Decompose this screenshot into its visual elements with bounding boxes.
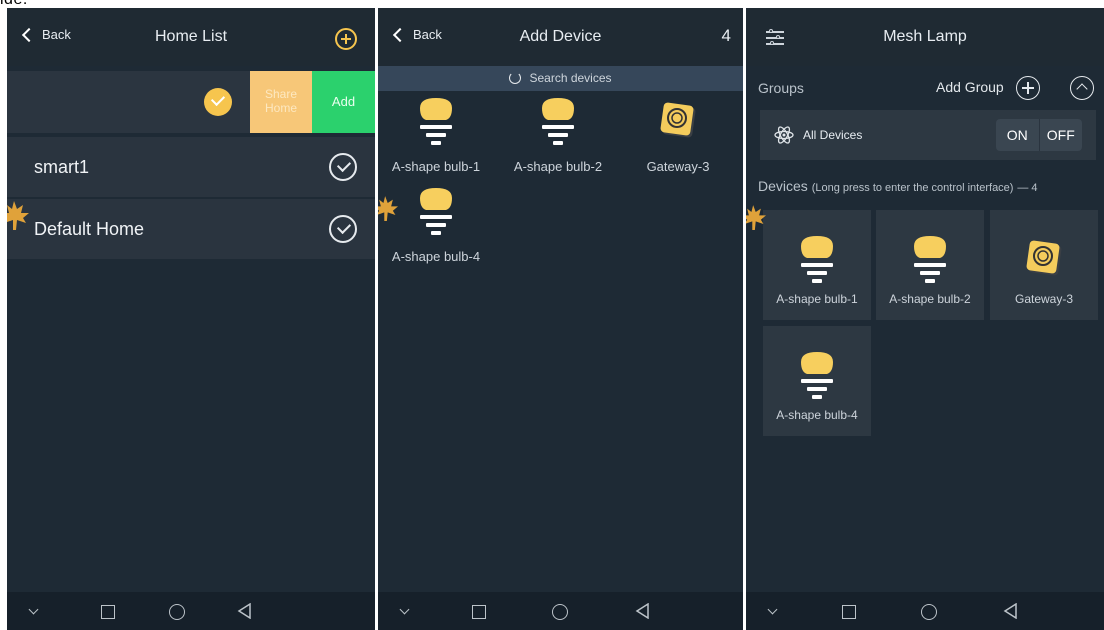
devices-count: — 4 (1017, 182, 1038, 194)
back-triangle-icon[interactable] (1003, 602, 1019, 624)
device-label: Gateway-3 (1014, 292, 1074, 306)
add-button[interactable]: Add (312, 71, 375, 133)
add-group-label[interactable]: Add Group (936, 79, 1004, 95)
devices-label: Devices (758, 178, 808, 194)
add-group-plus-icon[interactable] (1016, 76, 1040, 100)
device-label: A-shape bulb-4 (391, 249, 481, 264)
atom-icon (774, 126, 794, 144)
page-title: Home List (154, 28, 228, 45)
on-off-toggle: ON OFF (996, 119, 1082, 151)
header: Back Add Device 4 (378, 8, 743, 66)
device-label: A-shape bulb-2 (889, 292, 971, 306)
page-title: Add Device (519, 28, 602, 45)
selected-check-icon (204, 88, 232, 116)
all-devices-group[interactable]: All Devices ON OFF (760, 110, 1096, 160)
gateway-icon (1026, 240, 1062, 276)
page-title: Mesh Lamp (883, 28, 967, 45)
hide-keyboard-chevron-icon[interactable] (28, 604, 39, 615)
collapse-chevron-up-icon[interactable] (1070, 76, 1094, 100)
home-row-default[interactable]: Default Home (7, 199, 375, 259)
device-card[interactable]: Gateway-3 (990, 210, 1098, 320)
add-home-plus-icon[interactable] (335, 28, 357, 50)
hide-keyboard-chevron-icon[interactable] (767, 604, 778, 615)
device-label: A-shape bulb-2 (513, 159, 603, 174)
search-devices-label: Search devices (529, 71, 612, 85)
add-device-screen: Back Add Device 4 Search devices A-shape… (378, 8, 743, 630)
home-name: Default Home (34, 219, 145, 239)
home-list-screen: Back Home List Share Home Add smart1 Def… (7, 8, 375, 630)
check-circle-icon[interactable] (329, 215, 357, 243)
header: Back Home List (7, 8, 375, 66)
bulb-icon (801, 352, 833, 399)
device-card[interactable]: A-shape bulb-4 (763, 326, 871, 436)
home-row-smart1[interactable]: smart1 (7, 137, 375, 197)
header: Mesh Lamp (746, 8, 1104, 66)
device-card[interactable]: A-shape bulb-2 (876, 210, 984, 320)
check-circle-icon[interactable] (329, 153, 357, 181)
recents-square-icon[interactable] (472, 605, 486, 619)
device-card[interactable]: A-shape bulb-1 (763, 210, 871, 320)
off-button[interactable]: OFF (1038, 119, 1083, 151)
system-nav-bar (746, 592, 1104, 630)
device-label: A-shape bulb-1 (776, 292, 858, 306)
home-circle-icon[interactable] (552, 604, 568, 620)
recents-square-icon[interactable] (101, 605, 115, 619)
swiped-list-item[interactable]: Share Home Add (7, 71, 375, 133)
bulb-icon (420, 188, 452, 235)
device-count: 4 (721, 26, 731, 45)
device-item[interactable]: A-shape bulb-2 (503, 96, 613, 174)
device-label: Gateway-3 (646, 159, 710, 174)
bulb-icon (801, 236, 833, 283)
system-nav-bar (378, 592, 743, 630)
device-item[interactable]: A-shape bulb-1 (381, 96, 491, 174)
back-triangle-icon[interactable] (237, 602, 253, 624)
share-home-button[interactable]: Share Home (250, 71, 312, 133)
home-circle-icon[interactable] (169, 604, 185, 620)
search-devices-bar[interactable]: Search devices (378, 66, 743, 91)
devices-hint: (Long press to enter the control interfa… (811, 182, 1014, 194)
home-circle-icon[interactable] (921, 604, 937, 620)
bulb-icon (420, 98, 452, 145)
device-label: A-shape bulb-4 (776, 408, 858, 422)
mesh-lamp-screen: Mesh Lamp Groups Add Group All Devices O… (746, 8, 1104, 630)
recents-square-icon[interactable] (842, 605, 856, 619)
on-button[interactable]: ON (996, 119, 1039, 151)
loading-spinner-icon (509, 72, 522, 84)
home-name: smart1 (34, 157, 90, 177)
hide-keyboard-chevron-icon[interactable] (399, 604, 410, 615)
bulb-icon (914, 236, 946, 283)
device-label: A-shape bulb-1 (391, 159, 481, 174)
system-nav-bar (7, 592, 375, 630)
devices-heading: Devices (Long press to enter the control… (758, 178, 1038, 194)
all-devices-label: All Devices (803, 128, 863, 142)
back-triangle-icon[interactable] (635, 602, 651, 624)
gateway-icon (660, 102, 696, 138)
device-item[interactable]: Gateway-3 (623, 100, 733, 174)
groups-heading: Groups (758, 80, 804, 96)
bulb-icon (542, 98, 574, 145)
